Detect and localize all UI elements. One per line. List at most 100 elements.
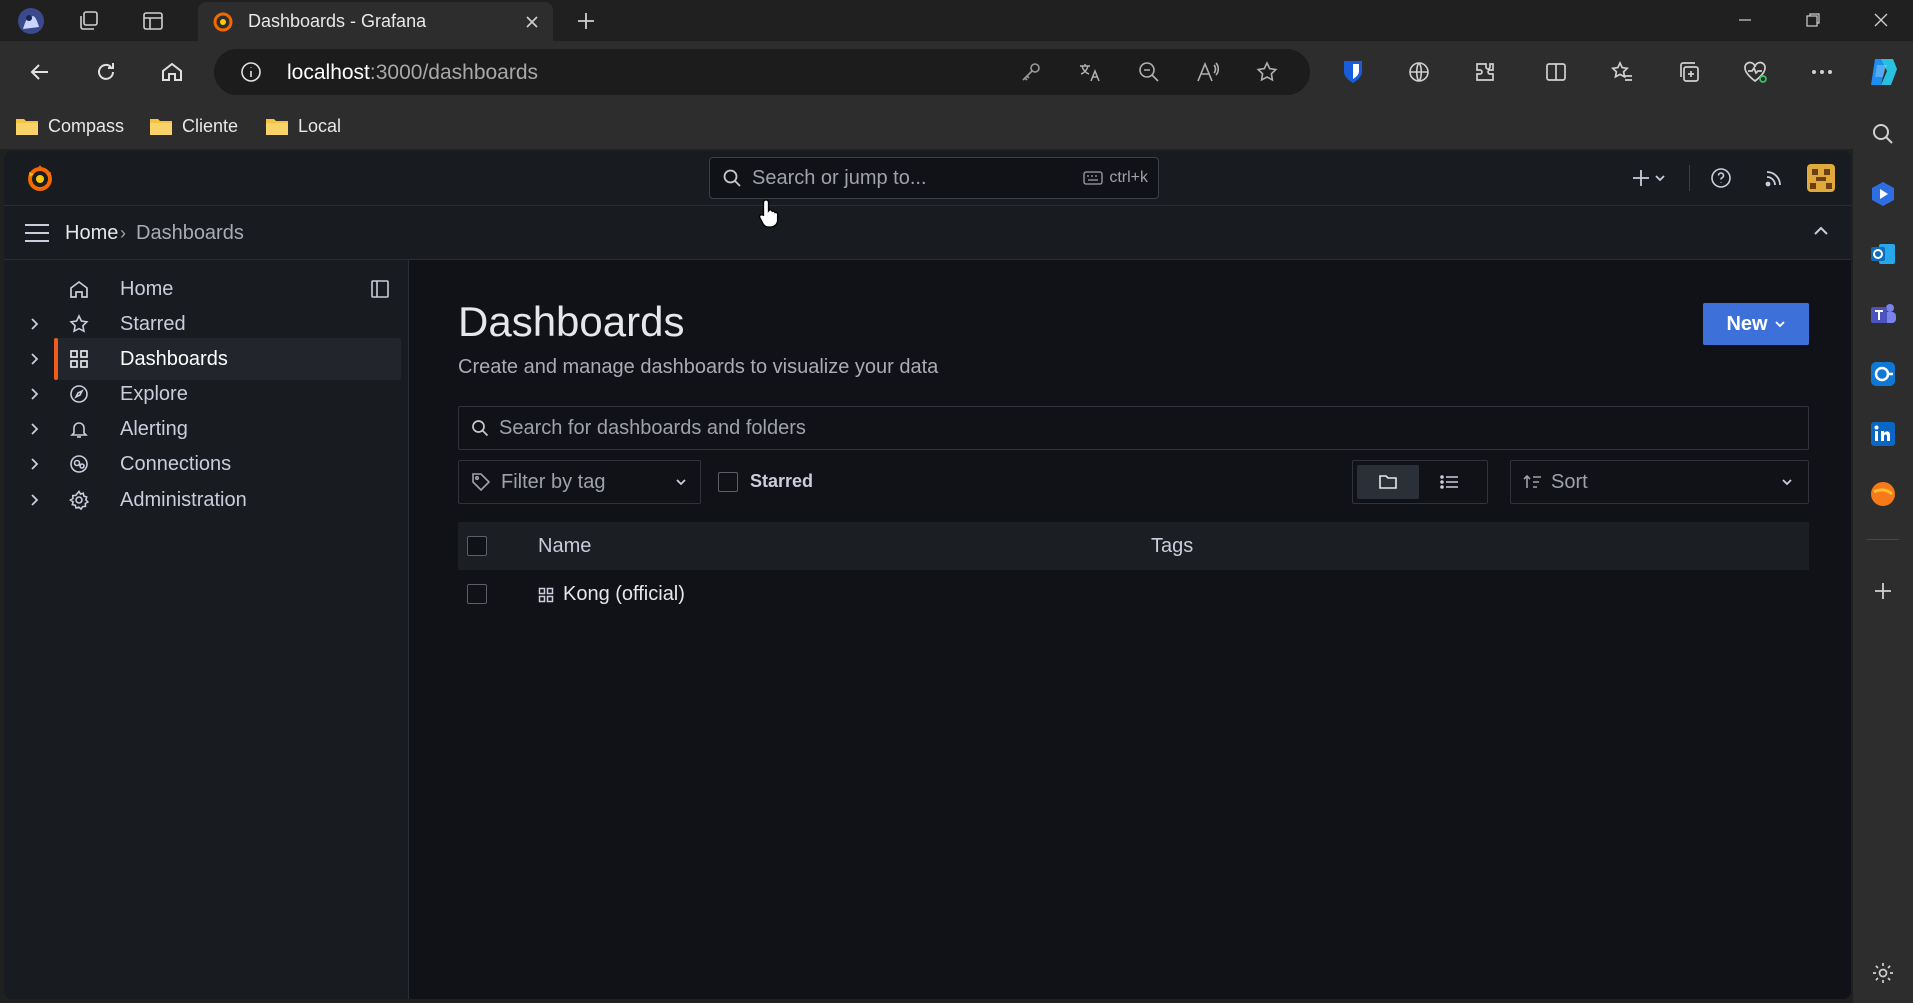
breadcrumb-home[interactable]: Home xyxy=(65,222,118,245)
edge-sidebar xyxy=(1853,103,1913,1003)
bing-chat-icon[interactable] xyxy=(1865,176,1901,212)
zoom-out-icon[interactable] xyxy=(1132,55,1166,89)
bookmark-folder-cliente[interactable]: Cliente xyxy=(149,113,238,139)
grafana-topbar: Search or jump to... ctrl+k xyxy=(4,151,1851,206)
read-aloud-icon[interactable] xyxy=(1191,55,1225,89)
dashboards-grid-icon xyxy=(68,348,90,370)
menu-toggle-icon[interactable] xyxy=(24,222,50,244)
browser-titlebar: Dashboards - Grafana xyxy=(0,0,1913,41)
tab-grafana[interactable]: Dashboards - Grafana xyxy=(198,2,553,41)
vpn-globe-extension-icon[interactable] xyxy=(1397,50,1441,94)
extensions-icon[interactable] xyxy=(1463,50,1507,94)
list-icon xyxy=(1440,475,1458,489)
profile-avatar[interactable] xyxy=(16,6,46,36)
minimize-button[interactable] xyxy=(1711,0,1779,40)
keyboard-shortcut-hint: ctrl+k xyxy=(1083,169,1148,187)
bitwarden-extension-icon[interactable] xyxy=(1331,50,1375,94)
column-header-name[interactable]: Name xyxy=(538,535,591,558)
row-checkbox[interactable] xyxy=(467,584,487,604)
folder-icon xyxy=(265,116,289,136)
collections-icon[interactable] xyxy=(1667,50,1711,94)
folder-icon xyxy=(149,116,173,136)
sort-icon xyxy=(1523,473,1543,491)
list-view-button[interactable] xyxy=(1419,465,1481,499)
table-row[interactable]: Kong (official) xyxy=(458,570,1809,618)
tab-actions-icon[interactable] xyxy=(138,6,168,36)
new-dashboard-button[interactable]: New xyxy=(1703,303,1809,345)
address-bar[interactable]: localhost:3000/dashboards xyxy=(214,49,1310,95)
workspaces-icon[interactable] xyxy=(74,6,104,36)
breadcrumb-separator: › xyxy=(120,223,126,243)
nav-item-administration[interactable]: Administration xyxy=(54,479,401,521)
mouse-cursor-icon xyxy=(758,198,784,228)
add-sidebar-app-icon[interactable] xyxy=(1865,573,1901,609)
starred-checkbox[interactable] xyxy=(718,471,738,492)
topbar-divider xyxy=(1689,165,1690,191)
home-button[interactable] xyxy=(150,50,194,94)
search-icon xyxy=(471,419,489,437)
restore-button[interactable] xyxy=(1779,0,1847,40)
translate-icon[interactable] xyxy=(1073,55,1107,89)
browser-toolbar: localhost:3000/dashboards xyxy=(0,41,1913,103)
back-button[interactable] xyxy=(18,50,62,94)
linkedin-icon[interactable] xyxy=(1865,416,1901,452)
dashboard-grid-icon xyxy=(538,587,554,602)
bookmarks-bar: Compass Cliente Local xyxy=(0,103,1913,149)
search-icon xyxy=(722,168,742,188)
breadcrumb-current: Dashboards xyxy=(136,222,244,244)
sidebar-settings-icon[interactable] xyxy=(1865,955,1901,991)
grafana-app: Search or jump to... ctrl+k Home › Dashb… xyxy=(4,151,1851,999)
dashboards-page: Dashboards Create and manage dashboards … xyxy=(409,260,1851,999)
add-new-dropdown[interactable] xyxy=(1628,161,1672,195)
help-icon[interactable] xyxy=(1704,161,1738,195)
column-header-tags: Tags xyxy=(1151,535,1194,557)
favorites-icon[interactable] xyxy=(1600,50,1644,94)
news-feed-icon[interactable] xyxy=(1757,161,1791,195)
chevron-down-icon xyxy=(1774,321,1785,328)
home-icon xyxy=(68,278,90,300)
bell-icon xyxy=(68,418,90,440)
sidebar-search-icon[interactable] xyxy=(1865,116,1901,152)
sidebar-divider xyxy=(1867,539,1899,540)
password-key-icon[interactable] xyxy=(1014,55,1048,89)
breadcrumb-bar: Home › Dashboards xyxy=(4,206,1851,260)
cog-icon xyxy=(68,489,90,511)
global-search-input[interactable]: Search or jump to... ctrl+k xyxy=(709,157,1159,199)
bookmark-folder-compass[interactable]: Compass xyxy=(15,113,124,139)
reload-button[interactable] xyxy=(84,50,128,94)
outlook-icon[interactable] xyxy=(1865,236,1901,272)
table-header: Name Tags xyxy=(458,522,1809,570)
dashboard-search-input[interactable]: Search for dashboards and folders xyxy=(458,406,1809,450)
folder-view-button[interactable] xyxy=(1357,465,1419,499)
copilot-icon[interactable] xyxy=(1862,50,1906,94)
chevron-down-icon xyxy=(1782,479,1792,486)
tag-icon xyxy=(471,472,491,492)
dashboard-link[interactable]: Kong (official) xyxy=(538,583,685,606)
split-screen-icon[interactable] xyxy=(1534,50,1578,94)
browser-essentials-icon[interactable] xyxy=(1733,50,1777,94)
star-icon xyxy=(68,313,90,335)
select-all-checkbox[interactable] xyxy=(467,536,487,556)
folder-icon xyxy=(15,116,39,136)
close-window-button[interactable] xyxy=(1847,0,1913,40)
collapse-chevron-up-icon[interactable] xyxy=(1812,222,1830,240)
folder-icon xyxy=(1379,475,1397,489)
teams-icon[interactable] xyxy=(1865,296,1901,332)
favorite-star-icon[interactable] xyxy=(1250,55,1284,89)
page-subtitle: Create and manage dashboards to visualiz… xyxy=(458,356,939,378)
tag-filter-select[interactable]: Filter by tag xyxy=(458,460,701,504)
new-tab-button[interactable] xyxy=(570,6,602,36)
grafana-logo-icon[interactable] xyxy=(24,162,56,194)
bookmark-folder-local[interactable]: Local xyxy=(265,113,341,139)
close-tab-icon[interactable] xyxy=(517,7,547,37)
more-options-icon[interactable] xyxy=(1800,50,1844,94)
site-info-icon[interactable] xyxy=(234,55,268,89)
dock-menu-icon[interactable] xyxy=(370,279,392,301)
starred-filter[interactable]: Starred xyxy=(718,471,813,492)
user-avatar[interactable] xyxy=(1804,161,1838,195)
sidebar-app-icon[interactable] xyxy=(1865,356,1901,392)
games-icon[interactable] xyxy=(1865,476,1901,512)
sort-select[interactable]: Sort xyxy=(1510,460,1809,504)
expand-chevron-icon[interactable] xyxy=(24,479,44,521)
grafana-side-nav: Home Starred Dashboards Explore Alerting… xyxy=(4,260,409,999)
